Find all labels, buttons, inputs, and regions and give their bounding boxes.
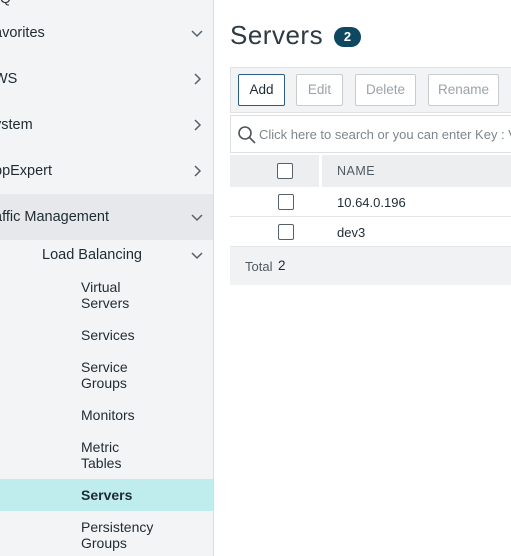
column-divider: [319, 155, 322, 187]
sidebar-item-persistency-groups[interactable]: Persistency Groups: [81, 519, 191, 551]
sidebar-item-system[interactable]: ystem: [0, 102, 213, 148]
chevron-right-icon: [189, 117, 205, 133]
search-placeholder: Click here to search or you can enter Ke…: [259, 127, 511, 142]
table-row[interactable]: dev3: [230, 217, 511, 247]
add-button[interactable]: Add: [238, 74, 285, 106]
main-content: Servers 2 Add Edit Delete Rename Click h…: [214, 0, 511, 556]
sidebar-search-fragment: Q: [0, 0, 11, 6]
sidebar-item-label: affic Management: [0, 209, 109, 225]
table-header: NAME: [230, 155, 511, 187]
server-name-cell: 10.64.0.196: [337, 195, 406, 210]
sidebar-item-label: avorites: [0, 25, 45, 41]
row-checkbox[interactable]: [278, 224, 294, 240]
column-header-name[interactable]: NAME: [337, 164, 375, 178]
sidebar-item-appexpert[interactable]: ppExpert: [0, 148, 213, 194]
row-checkbox[interactable]: [278, 194, 294, 210]
sidebar-item-label: ystem: [0, 117, 33, 133]
action-toolbar: Add Edit Delete Rename: [230, 67, 511, 113]
search-input[interactable]: Click here to search or you can enter Ke…: [230, 115, 511, 153]
rename-button[interactable]: Rename: [428, 74, 499, 106]
sidebar-navigation: Q avorites WS ystem ppExpert affic Manag…: [0, 0, 214, 556]
sidebar-item-aws[interactable]: WS: [0, 56, 213, 102]
sidebar-item-virtual-servers[interactable]: Virtual Servers: [81, 279, 191, 311]
sidebar-item-monitors[interactable]: Monitors: [81, 407, 191, 423]
total-label: Total: [245, 259, 273, 274]
edit-button[interactable]: Edit: [296, 74, 343, 106]
count-badge: 2: [334, 27, 361, 47]
chevron-down-icon: [189, 247, 205, 263]
total-count: 2: [278, 258, 286, 273]
delete-button[interactable]: Delete: [355, 74, 416, 106]
table-footer: Total 2: [230, 247, 511, 285]
search-icon: [237, 125, 257, 145]
sidebar-item-metric-tables[interactable]: Metric Tables: [81, 439, 191, 471]
sidebar-item-load-balancing[interactable]: Load Balancing: [0, 232, 213, 278]
chevron-right-icon: [189, 163, 205, 179]
sidebar-item-label: WS: [0, 71, 18, 87]
chevron-down-icon: [189, 209, 205, 225]
server-name-cell: dev3: [337, 225, 366, 240]
sidebar-item-services[interactable]: Services: [81, 327, 191, 343]
sidebar-item-label: Load Balancing: [42, 247, 142, 263]
table-row[interactable]: 10.64.0.196: [230, 187, 511, 217]
sidebar-item-label: ppExpert: [0, 163, 53, 179]
select-all-checkbox[interactable]: [277, 163, 293, 179]
sidebar-item-servers[interactable]: Servers: [81, 487, 191, 503]
sidebar-item-service-groups[interactable]: Service Groups: [81, 359, 191, 391]
page-title: Servers: [230, 20, 324, 50]
chevron-right-icon: [189, 71, 205, 87]
chevron-down-icon: [189, 25, 205, 41]
sidebar-item-favorites[interactable]: avorites: [0, 10, 213, 56]
